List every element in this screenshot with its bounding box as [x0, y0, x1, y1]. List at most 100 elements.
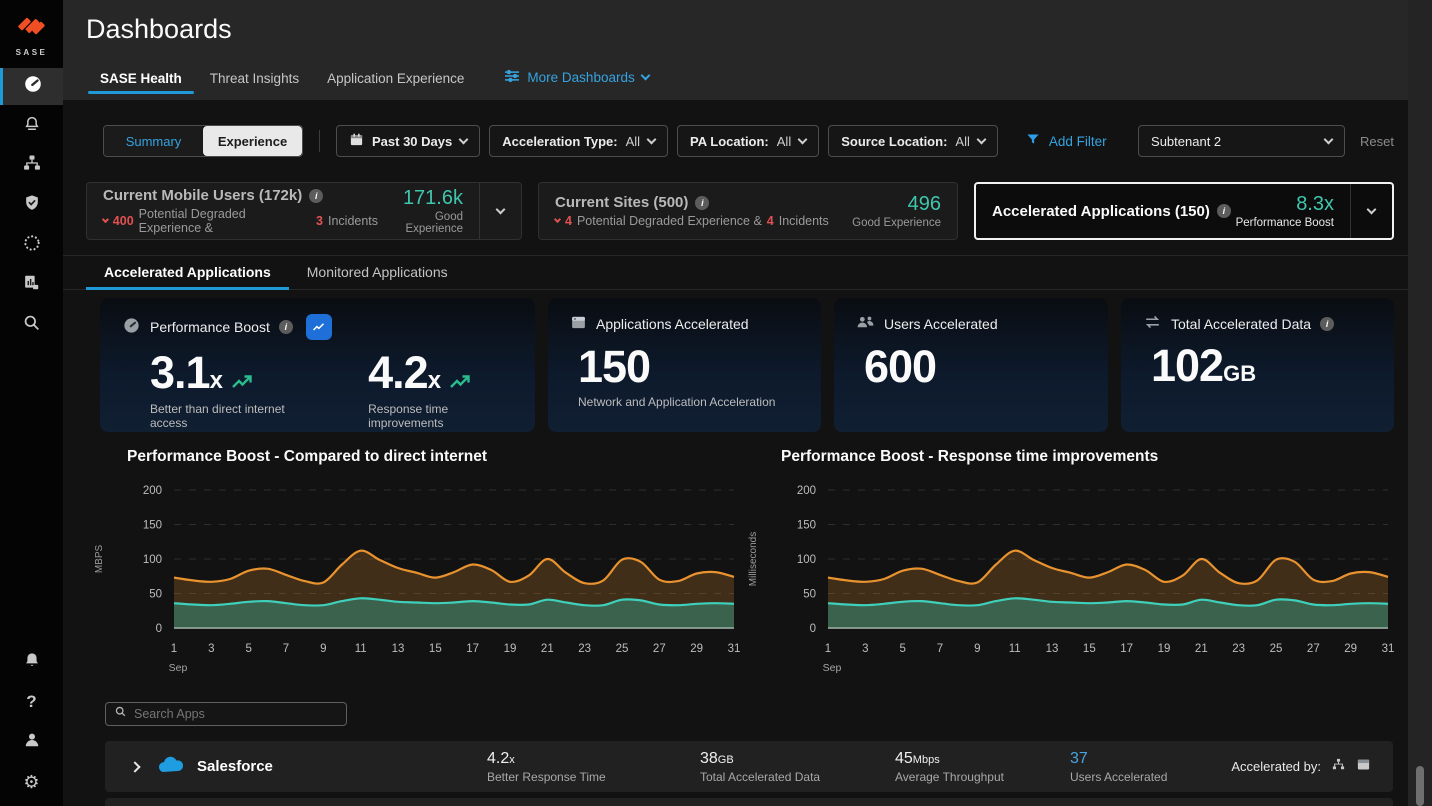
chart-response-time-improvements: Performance Boost - Response time improv… — [740, 448, 1394, 689]
sidebar-bottom: ? ⚙ — [0, 642, 63, 802]
card-title: Users Accelerated — [884, 316, 998, 332]
info-icon[interactable]: i — [1217, 204, 1231, 218]
reset-button[interactable]: Reset — [1360, 134, 1394, 149]
charts-row: Performance Boost - Compared to direct i… — [86, 448, 1394, 689]
search-icon — [114, 705, 127, 723]
tab-threat-insights[interactable]: Threat Insights — [196, 71, 313, 100]
incident-count: 4 — [767, 214, 774, 228]
network-accel-icon — [1331, 757, 1346, 775]
user-icon — [22, 730, 42, 755]
pa-location-dropdown[interactable]: PA Location: All — [677, 125, 819, 157]
card-current-sites[interactable]: Current Sites (500) i 4 Potential Degrad… — [538, 182, 958, 240]
metric-value: 38 — [700, 750, 718, 767]
gear-icon: ⚙ — [23, 773, 39, 791]
view-chart-button[interactable] — [306, 314, 332, 340]
metric-better-response-time: 4.2x Better Response Time — [487, 750, 606, 784]
svg-text:27: 27 — [653, 643, 666, 655]
sidebar-item-settings[interactable]: ⚙ — [0, 762, 63, 802]
info-icon[interactable]: i — [1320, 317, 1334, 331]
metric-average-throughput: 45Mbps Average Throughput — [895, 750, 1004, 784]
add-filter-button[interactable]: Add Filter — [1025, 132, 1107, 150]
card-total-accelerated-data: Total Accelerated Data i 102GB — [1121, 298, 1394, 432]
chevron-down-icon — [496, 204, 506, 214]
svg-text:19: 19 — [1158, 643, 1171, 655]
card-body: Current Mobile Users (172k) i 400 Potent… — [87, 183, 479, 239]
next-app-row-partial[interactable] — [105, 798, 1393, 806]
card-current-mobile-users[interactable]: Current Mobile Users (172k) i 400 Potent… — [86, 182, 522, 240]
more-dashboards-button[interactable]: More Dashboards — [478, 69, 658, 100]
view-toggle-summary[interactable]: Summary — [104, 126, 203, 156]
search-icon — [22, 313, 41, 337]
card-value: 171.6k — [378, 187, 463, 210]
expand-button[interactable] — [479, 183, 521, 239]
view-toggle-experience[interactable]: Experience — [203, 126, 302, 156]
metric-unit: Mbps — [913, 754, 940, 766]
subtenant-dropdown[interactable]: Subtenant 2 — [1138, 125, 1345, 157]
sase-logo[interactable]: SASE — [0, 0, 63, 68]
card-value-label: Performance Boost — [1236, 217, 1334, 229]
application-tabs: Accelerated Applications Monitored Appli… — [63, 255, 1408, 290]
info-icon[interactable]: i — [309, 189, 323, 203]
search-apps-input[interactable] — [134, 707, 338, 721]
svg-text:200: 200 — [797, 485, 816, 497]
tab-accelerated-applications[interactable]: Accelerated Applications — [86, 256, 289, 289]
incident-text: Incidents — [779, 214, 829, 228]
add-filter-label: Add Filter — [1049, 134, 1107, 149]
svg-text:15: 15 — [429, 643, 442, 655]
sidebar-item-topology[interactable] — [0, 145, 63, 185]
metric-label: Total Accelerated Data — [700, 770, 820, 784]
boost-value: 4.2 — [368, 347, 428, 398]
svg-text:5: 5 — [899, 643, 905, 655]
scrollbar-thumb[interactable] — [1416, 766, 1424, 806]
acceleration-type-label: Acceleration Type: — [502, 134, 617, 149]
sidebar-item-notifications[interactable] — [0, 642, 63, 682]
info-icon[interactable]: i — [695, 196, 709, 210]
sidebar-item-reports[interactable] — [0, 265, 63, 305]
card-value: 150 — [578, 344, 799, 389]
sase-dashboard-app: SASE — [0, 0, 1432, 806]
card-users-accelerated: Users Accelerated 600 — [834, 298, 1108, 432]
chart-compared-to-direct-internet: Performance Boost - Compared to direct i… — [86, 448, 740, 689]
sidebar: SASE — [0, 0, 63, 806]
tab-monitored-applications[interactable]: Monitored Applications — [289, 256, 466, 289]
reports-icon — [22, 273, 41, 297]
sidebar-item-profile[interactable] — [0, 722, 63, 762]
metric-value[interactable]: 37 — [1070, 750, 1088, 767]
sidebar-item-search[interactable] — [0, 305, 63, 345]
tab-sase-health[interactable]: SASE Health — [86, 71, 196, 100]
expand-button[interactable] — [1350, 184, 1392, 238]
sidebar-item-alerts[interactable] — [0, 105, 63, 145]
metric-cards-row: Performance Boost i 3.1x Be — [100, 298, 1394, 432]
info-icon[interactable]: i — [279, 320, 293, 334]
card-accelerated-applications[interactable]: Accelerated Applications (150) i 8.3x Pe… — [974, 182, 1394, 240]
metric-label: Better Response Time — [487, 770, 606, 784]
users-icon — [856, 314, 875, 334]
acceleration-type-value: All — [626, 134, 640, 149]
card-value: 600 — [864, 344, 1086, 389]
filter-bar: Summary Experience Past 30 Days Accelera… — [103, 125, 1394, 157]
sidebar-item-activity[interactable] — [0, 225, 63, 265]
app-row-salesforce[interactable]: Salesforce 4.2x Better Response Time 38G… — [105, 741, 1393, 792]
source-location-dropdown[interactable]: Source Location: All — [828, 125, 998, 157]
expand-row-chevron-icon[interactable] — [129, 761, 140, 772]
incident-count: 3 — [316, 214, 323, 228]
svg-text:21: 21 — [1195, 643, 1208, 655]
scrollbar-track[interactable] — [1408, 0, 1432, 806]
card-title: Current Mobile Users (172k) — [103, 187, 302, 204]
acceleration-type-dropdown[interactable]: Acceleration Type: All — [489, 125, 668, 157]
svg-text:15: 15 — [1083, 643, 1096, 655]
card-label: Network and Application Acceleration — [578, 395, 799, 409]
card-body: Accelerated Applications (150) i 8.3x Pe… — [976, 184, 1350, 238]
tab-application-experience[interactable]: Application Experience — [313, 71, 478, 100]
salesforce-logo-icon — [155, 754, 185, 780]
time-range-dropdown[interactable]: Past 30 Days — [336, 125, 480, 157]
sidebar-item-security[interactable] — [0, 185, 63, 225]
svg-text:7: 7 — [283, 643, 289, 655]
svg-text:3: 3 — [208, 643, 214, 655]
degraded-chevron-icon — [554, 216, 561, 223]
sidebar-item-help[interactable]: ? — [0, 682, 63, 722]
source-location-label: Source Location: — [841, 134, 947, 149]
sidebar-item-dashboards[interactable] — [0, 68, 63, 105]
svg-text:0: 0 — [156, 623, 162, 635]
metric-total-accelerated-data: 38GB Total Accelerated Data — [700, 750, 820, 784]
